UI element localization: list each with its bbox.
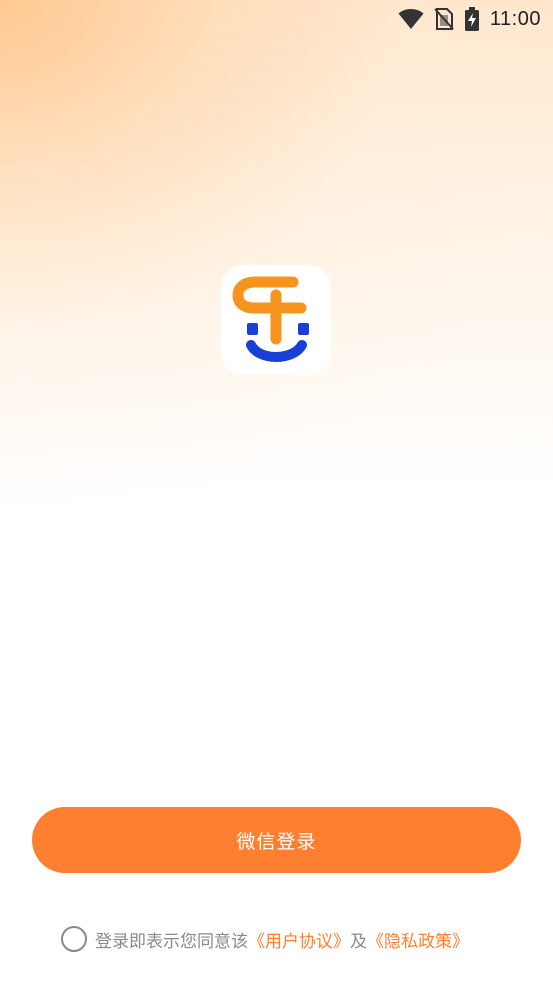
app-logo bbox=[221, 265, 331, 375]
agreement-text: 登录即表示您同意该《用户协议》及《隐私政策》 bbox=[95, 927, 469, 952]
user-agreement-link[interactable]: 《用户协议》 bbox=[248, 932, 350, 952]
privacy-policy-link[interactable]: 《隐私政策》 bbox=[367, 932, 469, 952]
wechat-login-button[interactable]: 微信登录 bbox=[32, 807, 521, 873]
agree-radio[interactable] bbox=[61, 926, 87, 952]
agreement-conjunction: 及 bbox=[350, 931, 367, 952]
wifi-icon bbox=[398, 8, 424, 30]
status-bar: 11:00 bbox=[0, 0, 553, 38]
agreement-prefix: 登录即表示您同意该 bbox=[95, 931, 248, 952]
agreement-row: 登录即表示您同意该《用户协议》及《隐私政策》 bbox=[61, 924, 469, 954]
no-sim-icon bbox=[434, 7, 454, 31]
status-time: 11:00 bbox=[489, 7, 541, 30]
battery-charging-icon bbox=[464, 7, 480, 31]
